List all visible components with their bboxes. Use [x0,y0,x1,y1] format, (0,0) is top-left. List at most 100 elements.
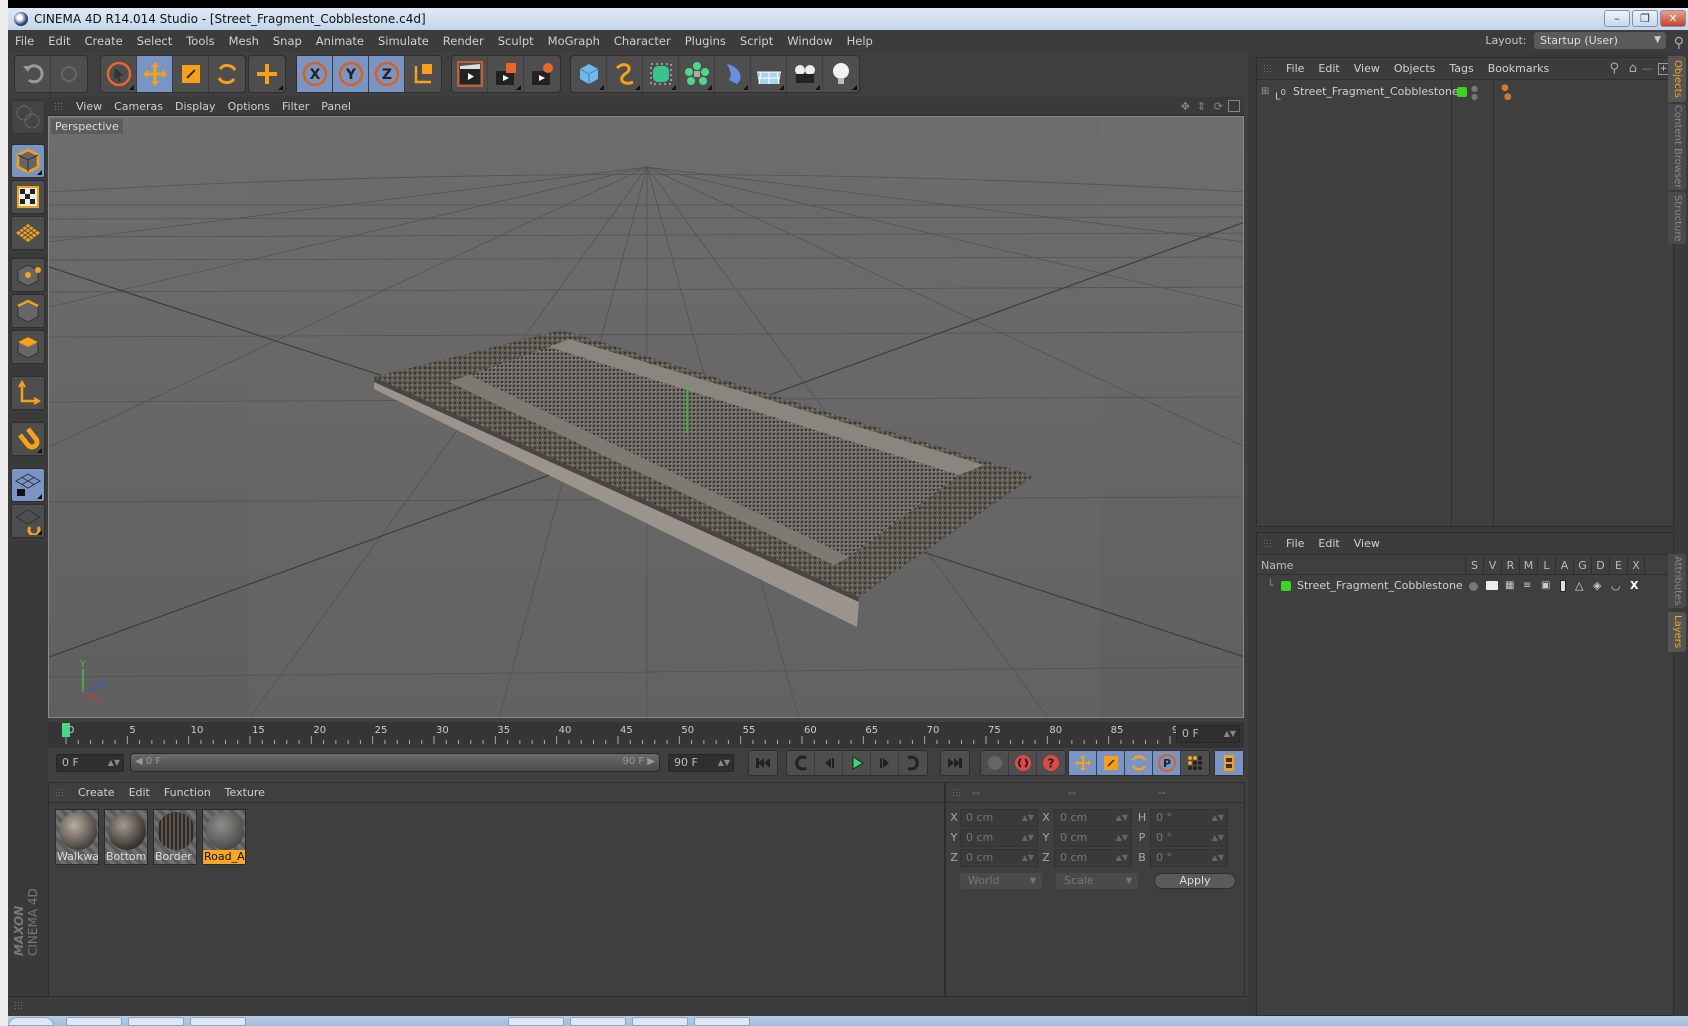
taskbar-item[interactable] [66,1017,122,1026]
snap-button[interactable] [11,422,45,456]
keyframe-selection-button[interactable]: ? [1037,751,1065,775]
spline-pen-button[interactable] [607,56,643,92]
xref-icon[interactable]: X [1630,576,1638,596]
expression-icon[interactable]: ◡ [1611,576,1621,596]
grip-handle[interactable] [55,788,65,798]
size-z-field[interactable]: 0 cm ▲▼ [1054,849,1132,867]
rot-h-field[interactable]: 0 ° ▲▼ [1150,809,1228,827]
spinner-icon[interactable]: ▲▼ [108,755,120,771]
menu-file[interactable]: File [8,30,41,52]
render-settings-button[interactable] [524,56,560,92]
orbit-icon[interactable]: ⟳ [1214,97,1223,116]
object-name[interactable]: Street_Fragment_Cobblestone [1293,82,1459,102]
autokey-button[interactable] [981,751,1009,775]
end-frame-field[interactable]: 90 F ▲▼ [668,754,734,772]
manager-hierarchy-icon[interactable]: ≡ [1523,576,1531,596]
next-key-button[interactable] [899,751,927,775]
record-button[interactable] [1009,751,1037,775]
lock-icon[interactable]: ▣ [1541,576,1550,596]
rot-p-field[interactable]: 0 ° ▲▼ [1150,829,1228,847]
y-axis-button[interactable]: Y [333,56,369,92]
col-view[interactable]: V [1483,557,1501,575]
taskbar-item[interactable] [694,1017,750,1026]
edges-mode-button[interactable] [11,294,45,328]
generator-icon[interactable]: △ [1575,576,1583,596]
make-editable-button[interactable] [11,100,45,134]
layer-row[interactable]: └ Street_Fragment_Cobblestone ▦ ≡ ▣ △ ◈ … [1257,576,1673,596]
grip-handle[interactable] [14,1001,24,1011]
col-locked[interactable]: L [1537,557,1555,575]
animation-icon[interactable] [1560,580,1566,592]
axis-mode-button[interactable] [11,376,45,410]
menu-select[interactable]: Select [130,30,179,52]
viewport-menu-view[interactable]: View [70,97,108,116]
cube-button[interactable] [571,56,607,92]
viewport-menu-cameras[interactable]: Cameras [108,97,169,116]
deformer-icon[interactable]: ◈ [1593,576,1601,596]
col-animation[interactable]: A [1555,557,1573,575]
render-clapper-icon[interactable]: ▦ [1505,576,1514,596]
tab-layers[interactable]: Layers [1668,612,1686,652]
grip-handle[interactable] [952,788,962,798]
playhead[interactable] [62,723,70,737]
pos-x-field[interactable]: 0 cm ▲▼ [960,809,1038,827]
layer-color-swatch[interactable] [1281,581,1291,591]
layers-menu-edit[interactable]: Edit [1311,533,1346,555]
floor-button[interactable] [751,56,787,92]
grip-handle[interactable] [1263,539,1273,549]
viewport-menu-options[interactable]: Options [222,97,276,116]
camera-button[interactable] [787,56,823,92]
material-menu-edit[interactable]: Edit [122,783,157,803]
material-bottom[interactable]: Bottom [104,809,148,865]
menu-snap[interactable]: Snap [266,30,309,52]
menu-animate[interactable]: Animate [309,30,371,52]
material-road[interactable]: Road_A: [202,809,246,865]
live-selection-button[interactable] [101,56,137,92]
taskbar-item[interactable] [128,1017,184,1026]
menu-simulate[interactable]: Simulate [371,30,436,52]
objects-menu-file[interactable]: File [1279,58,1311,80]
material-menu-texture[interactable]: Texture [218,783,272,803]
col-manager[interactable]: M [1519,557,1537,575]
pos-y-field[interactable]: 0 cm ▲▼ [960,829,1038,847]
viewport-menu-panel[interactable]: Panel [315,97,357,116]
rot-b-field[interactable]: 0 ° ▲▼ [1150,849,1228,867]
col-expressions[interactable]: E [1609,557,1627,575]
material-menu-create[interactable]: Create [71,783,122,803]
menu-mesh[interactable]: Mesh [222,30,266,52]
deformer-button[interactable] [715,56,751,92]
texture-mode-button[interactable] [11,180,45,214]
taskbar-item[interactable] [508,1017,564,1026]
restore-button[interactable]: ❐ [1632,10,1658,27]
taskbar-item[interactable] [190,1017,246,1026]
tab-attributes[interactable]: Attributes [1668,554,1686,608]
play-button[interactable] [843,751,871,775]
menu-tools[interactable]: Tools [179,30,221,52]
search-icon[interactable]: ⚲ [1674,32,1684,54]
pos-z-field[interactable]: 0 cm ▲▼ [960,849,1038,867]
col-render[interactable]: R [1501,557,1519,575]
z-axis-button[interactable]: Z [369,56,405,92]
menu-plugins[interactable]: Plugins [678,30,733,52]
home-icon[interactable]: ⌂ [1629,58,1637,80]
polygons-mode-button[interactable] [11,330,45,364]
x-axis-button[interactable]: X [297,56,333,92]
render-picture-viewer-button[interactable] [488,56,524,92]
size-x-field[interactable]: 0 cm ▲▼ [1054,809,1132,827]
pla-key-button[interactable] [1181,751,1209,775]
menu-create[interactable]: Create [78,30,130,52]
viewport-perspective[interactable]: Y Z X Perspective [48,116,1244,718]
objects-menu-bookmarks[interactable]: Bookmarks [1481,58,1556,80]
objects-menu-tags[interactable]: Tags [1442,58,1480,80]
add-recent-button[interactable] [249,56,285,92]
layer-color-swatch[interactable] [1457,87,1467,97]
objects-menu-objects[interactable]: Objects [1387,58,1443,80]
timeline-ruler[interactable]: 051015202530354045505560657075808590 0 F… [48,722,1244,748]
workplane-align-button[interactable] [11,504,45,538]
menu-mograph[interactable]: MoGraph [541,30,607,52]
parameter-key-button[interactable]: P [1153,751,1181,775]
go-to-end-button[interactable] [941,751,969,775]
visibility-dots[interactable]: ● ● [1471,82,1478,101]
size-mode-dropdown[interactable]: Scale ▼ [1056,873,1138,889]
taskbar-item[interactable] [632,1017,688,1026]
